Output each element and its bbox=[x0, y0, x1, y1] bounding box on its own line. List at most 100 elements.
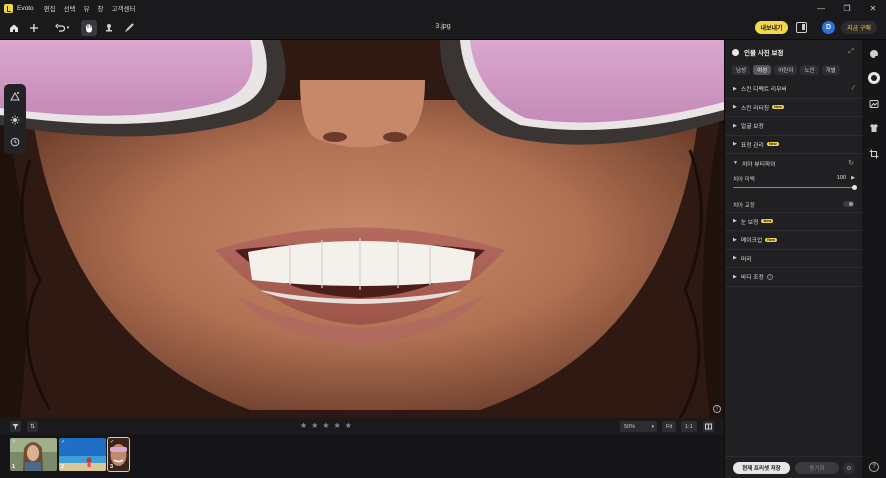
stamp-tool-icon[interactable] bbox=[101, 20, 117, 36]
add-icon[interactable] bbox=[26, 20, 42, 36]
save-preset-button[interactable]: 현재 프리셋 저장 bbox=[733, 462, 790, 474]
info-icon[interactable]: i bbox=[713, 405, 721, 413]
teeth-whitening-slider[interactable]: 치아 미백 100 ▶ bbox=[725, 173, 862, 195]
section-label: 눈 보정 bbox=[740, 219, 759, 226]
expand-icon[interactable]: ⤢ bbox=[848, 48, 854, 56]
brush-tool-icon[interactable] bbox=[121, 20, 137, 36]
chevron-right-icon: ▶ bbox=[733, 104, 737, 111]
star-icon[interactable]: ★ bbox=[334, 421, 341, 430]
section-teeth-beautify[interactable]: ▼ 치아 뷰티파이 ↻ bbox=[725, 154, 862, 173]
section-hair[interactable]: ▶ 머리 bbox=[725, 250, 862, 268]
menu-window[interactable]: 창 bbox=[98, 3, 104, 13]
chevron-down-icon: ▾ bbox=[651, 423, 654, 430]
chip-child[interactable]: 어린이 bbox=[774, 65, 798, 75]
toolbar: ▾ 3.jpg 내보내기 D 지금 구매 bbox=[0, 16, 886, 40]
export-button[interactable]: 내보내기 bbox=[755, 21, 788, 34]
rating-stars: ★ ★ ★ ★ ★ bbox=[300, 421, 352, 430]
portrait-icon bbox=[732, 48, 739, 56]
palette-icon[interactable] bbox=[868, 48, 880, 60]
help-icon[interactable]: ? bbox=[766, 273, 773, 280]
filmstrip: ✓ 1 ✓ 2 ✓ 3 bbox=[0, 435, 724, 478]
buy-now-button[interactable]: 지금 구매 bbox=[841, 21, 877, 34]
crop-icon[interactable] bbox=[868, 148, 880, 160]
portrait-tool-icon[interactable] bbox=[868, 72, 880, 84]
history-icon[interactable] bbox=[7, 134, 23, 150]
sync-button[interactable]: 동기화 bbox=[795, 462, 839, 474]
star-icon[interactable]: ★ bbox=[322, 421, 329, 430]
magic-retouch-icon[interactable] bbox=[7, 88, 23, 104]
background-icon[interactable] bbox=[868, 98, 880, 110]
menu-view[interactable]: 뷰 bbox=[84, 3, 90, 13]
left-tool-palette bbox=[4, 84, 26, 154]
zoom-select[interactable]: 50% ▾ bbox=[620, 421, 657, 432]
zoom-value: 50% bbox=[624, 423, 636, 430]
avatar[interactable]: D bbox=[822, 21, 835, 34]
thumbnail[interactable]: ✓ 2 bbox=[59, 438, 106, 471]
section-makeup[interactable]: ▶ 메이크업 New bbox=[725, 231, 862, 250]
slider-track[interactable] bbox=[733, 184, 857, 190]
section-label: 메이크업 bbox=[740, 238, 763, 245]
reset-icon[interactable]: ↻ bbox=[848, 159, 854, 167]
section-label: 스킨 디펙트 리무버 bbox=[740, 87, 787, 94]
section-skin-defect-remover[interactable]: ▶ 스킨 디펙트 리무버 ⁄ bbox=[725, 80, 862, 99]
toggle-label: 치아 교정 bbox=[733, 202, 755, 209]
image-canvas[interactable]: NEW i bbox=[0, 40, 724, 418]
chevron-down-icon: ▼ bbox=[733, 160, 738, 167]
home-icon[interactable] bbox=[6, 20, 22, 36]
clothing-icon[interactable] bbox=[868, 122, 880, 134]
filter-icon[interactable] bbox=[10, 421, 21, 432]
chip-custom[interactable]: 개별 bbox=[821, 65, 840, 75]
panel-layout-icon[interactable] bbox=[796, 22, 807, 33]
close-button[interactable]: ✕ bbox=[860, 0, 886, 16]
window-controls: — ❐ ✕ bbox=[808, 0, 886, 16]
adjust-light-icon[interactable] bbox=[7, 112, 23, 128]
section-body[interactable]: ▶ 바디 조정 ? bbox=[725, 268, 862, 287]
sync-settings-icon[interactable]: ⚙ bbox=[843, 462, 855, 474]
chip-male[interactable]: 남성 bbox=[732, 65, 751, 75]
section-label: 바디 조정 bbox=[740, 275, 764, 282]
sort-icon[interactable]: ⇅ bbox=[27, 421, 38, 432]
star-icon[interactable]: ★ bbox=[345, 421, 352, 430]
thumbnail[interactable]: ✓ 1 bbox=[10, 438, 57, 471]
section-skin-retouch[interactable]: ▶ 스킨 리터칭 New bbox=[725, 99, 862, 117]
help-icon[interactable]: ? bbox=[869, 462, 879, 472]
star-icon[interactable]: ★ bbox=[300, 421, 307, 430]
chevron-right-icon: ▶ bbox=[733, 141, 737, 148]
maximize-button[interactable]: ❐ bbox=[834, 0, 860, 16]
undo-history-chevron-icon[interactable]: ▾ bbox=[64, 20, 72, 36]
section-face-shape[interactable]: ▶ 얼굴 보정 bbox=[725, 117, 862, 136]
chevron-right-icon: ▶ bbox=[733, 255, 737, 262]
menu-edit[interactable]: 편집 bbox=[44, 3, 56, 13]
section-label: 얼굴 보정 bbox=[740, 124, 764, 131]
section-label: 치아 뷰티파이 bbox=[741, 161, 776, 168]
section-expression[interactable]: ▶ 표정 관리 New bbox=[725, 136, 862, 154]
thumb-number: 1 bbox=[12, 464, 16, 470]
chip-senior[interactable]: 노인 bbox=[800, 65, 819, 75]
section-eye[interactable]: ▶ 눈 보정 New bbox=[725, 213, 862, 231]
menu-select[interactable]: 선택 bbox=[64, 3, 76, 13]
title-bar: Evoto 편집 선택 뷰 창 고객센터 — ❐ ✕ bbox=[0, 0, 886, 16]
check-icon: ✓ bbox=[110, 439, 115, 445]
teeth-fix-toggle[interactable] bbox=[843, 200, 854, 207]
chevron-right-icon: ▶ bbox=[733, 85, 737, 92]
magic-wand-icon[interactable]: ⁄ bbox=[853, 85, 854, 92]
section-label: 스킨 리터칭 bbox=[740, 105, 770, 112]
new-tag: New bbox=[772, 105, 784, 110]
hand-tool-icon[interactable] bbox=[81, 20, 97, 36]
minimize-button[interactable]: — bbox=[808, 0, 834, 16]
actual-size-button[interactable]: 1:1 bbox=[681, 421, 697, 432]
chevron-right-icon[interactable]: ▶ bbox=[851, 175, 855, 181]
section-label: 머리 bbox=[740, 256, 752, 263]
chevron-right-icon: ▶ bbox=[733, 236, 737, 243]
chevron-right-icon: ▶ bbox=[733, 273, 737, 280]
menu-support[interactable]: 고객센터 bbox=[112, 3, 136, 13]
thumbnail-selected[interactable]: ✓ 3 bbox=[107, 437, 130, 472]
slider-handle[interactable] bbox=[851, 184, 857, 190]
compare-icon[interactable] bbox=[703, 421, 714, 432]
fit-button[interactable]: Fit bbox=[662, 421, 677, 432]
thumb-number: 2 bbox=[61, 464, 65, 470]
star-icon[interactable]: ★ bbox=[311, 421, 318, 430]
bottom-bar: ⇅ ★ ★ ★ ★ ★ 50% ▾ Fit 1:1 bbox=[0, 418, 724, 435]
panel-footer: 현재 프리셋 저장 동기화 ⚙ bbox=[725, 456, 862, 478]
chip-female[interactable]: 여성 bbox=[753, 65, 772, 75]
